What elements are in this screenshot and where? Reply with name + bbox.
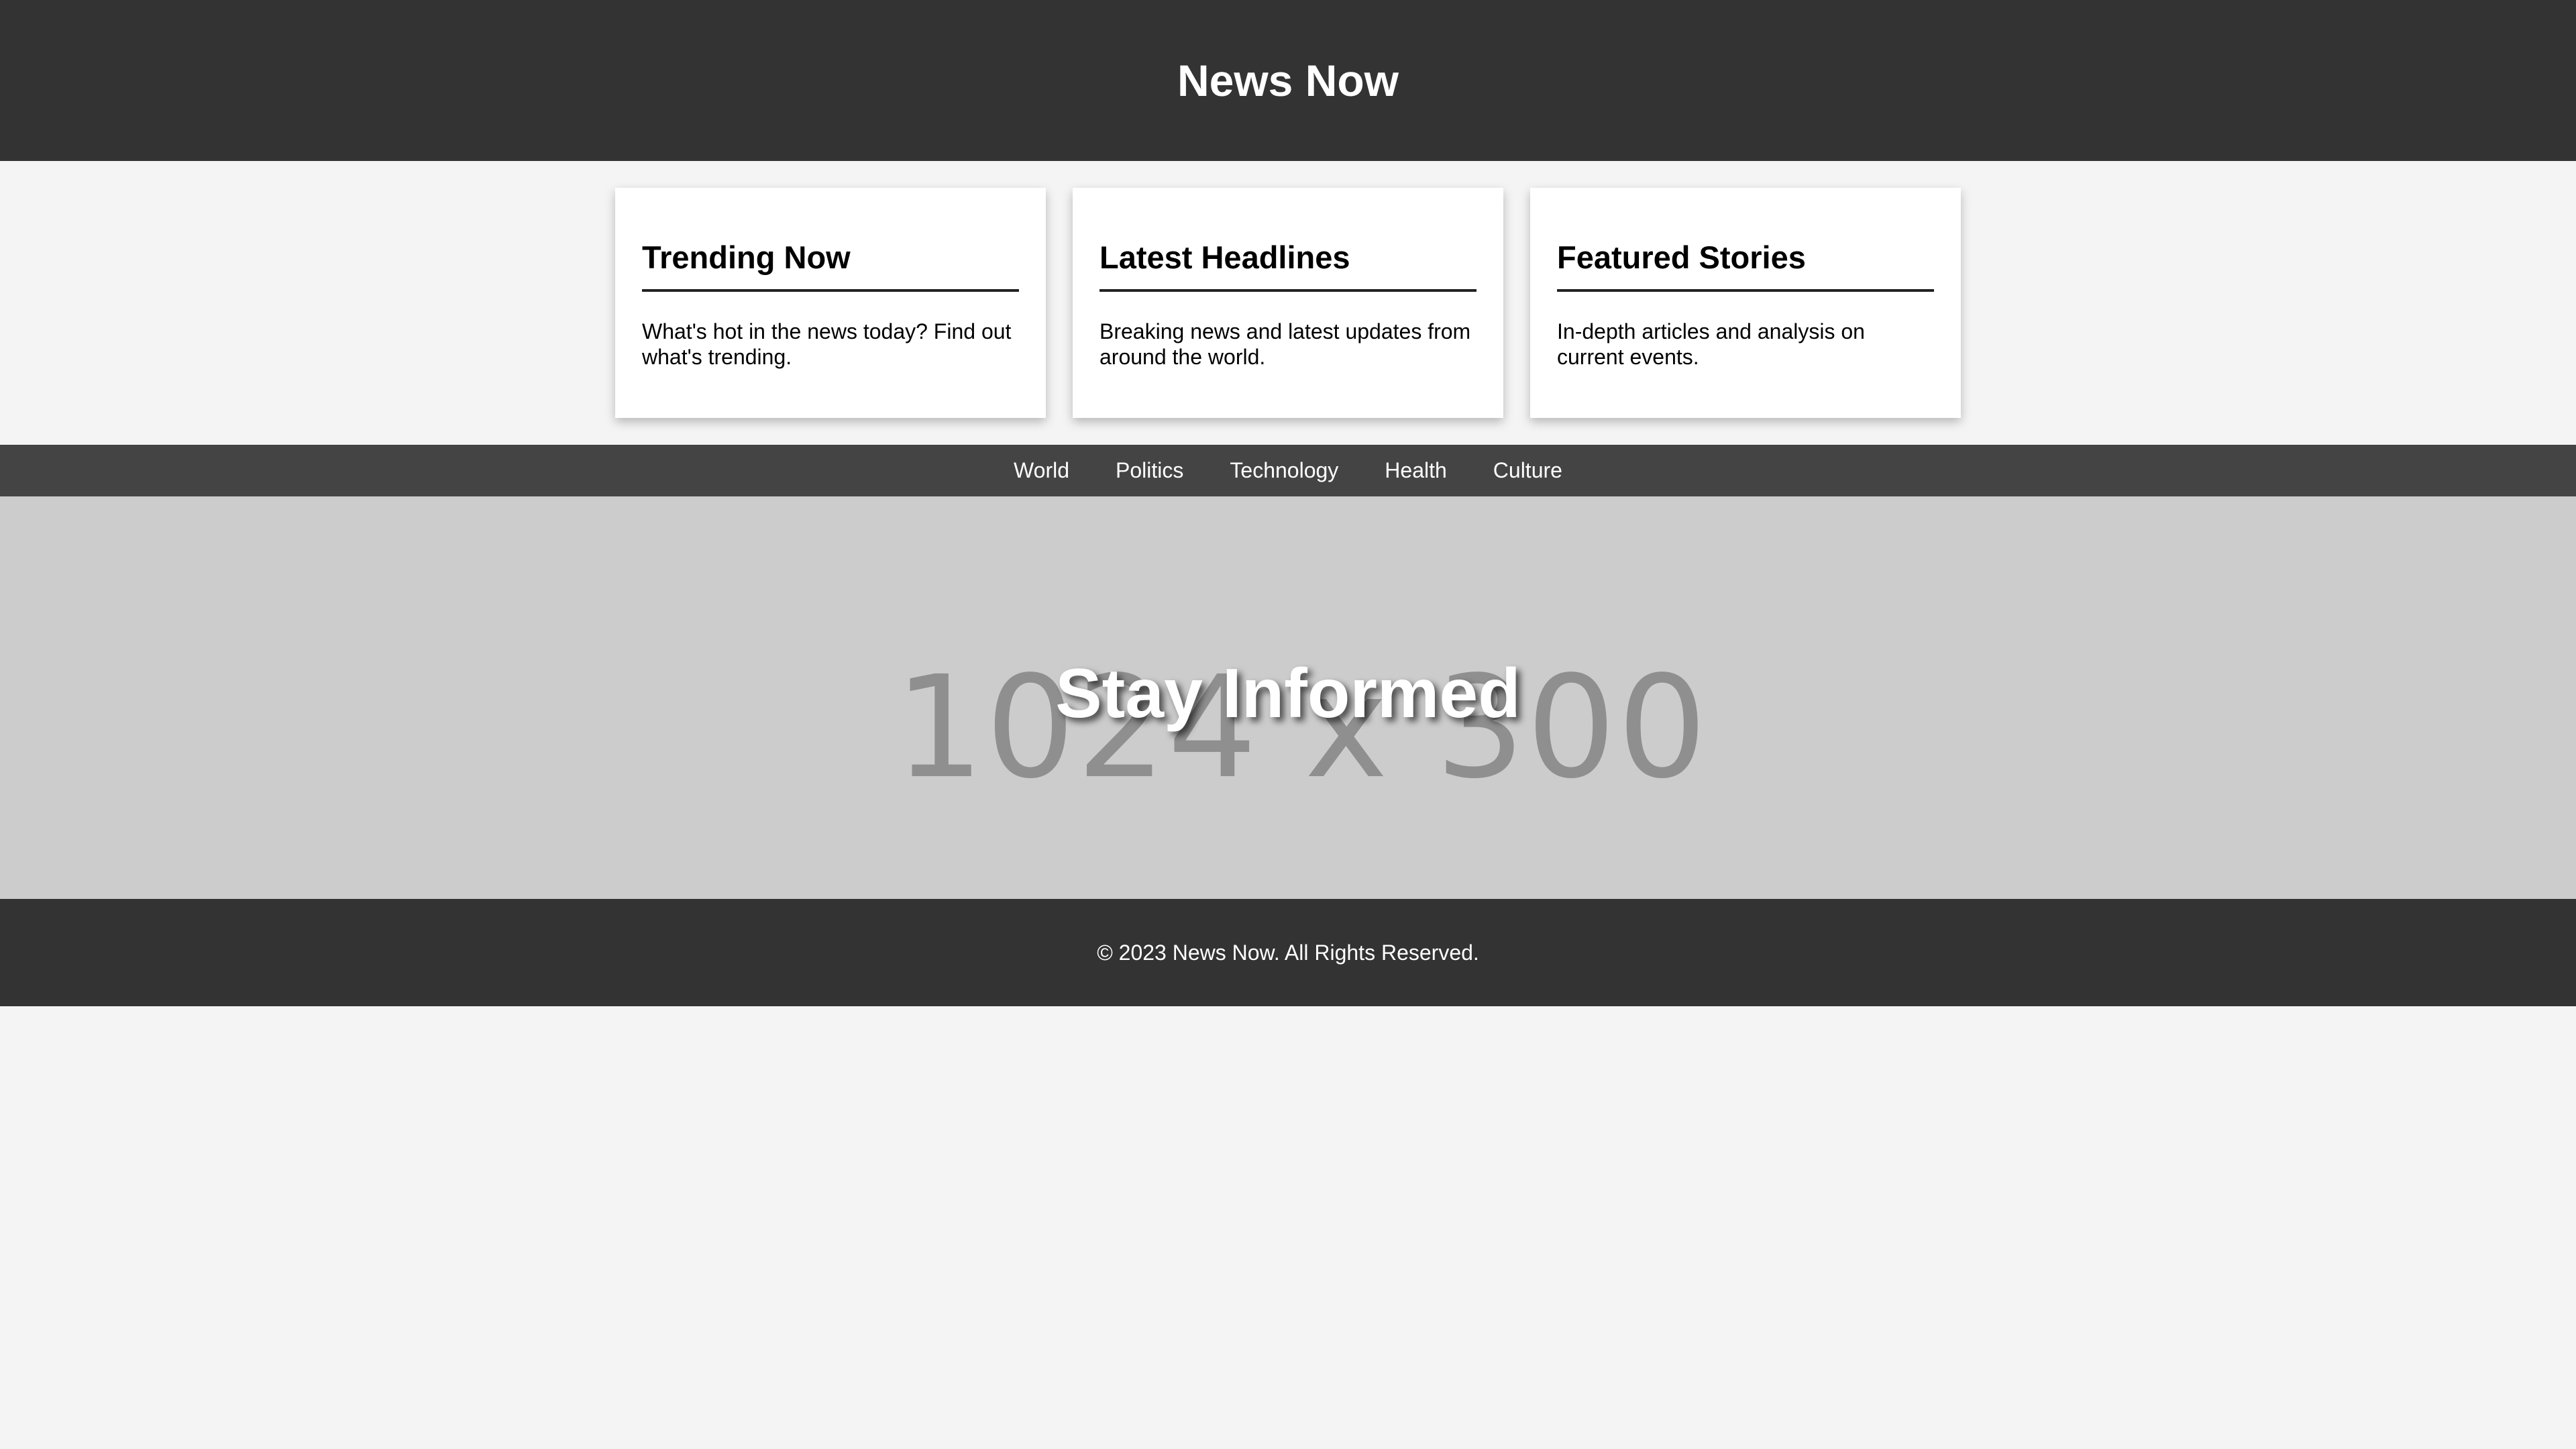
main-nav: World Politics Technology Health Culture [0, 445, 2576, 496]
card-text: In-depth articles and analysis on curren… [1557, 319, 1865, 369]
site-header: News Now [0, 0, 2576, 161]
card-title: Featured Stories [1557, 239, 1934, 292]
card-title: Latest Headlines [1099, 239, 1477, 292]
footer-copyright: © 2023 News Now. All Rights Reserved. [1097, 940, 1479, 965]
card-trending: Trending Now What's hot in the news toda… [615, 188, 1046, 418]
hero-title: Stay Informed [1055, 655, 1521, 733]
hero-banner: 1024 x 300 Stay Informed [0, 496, 2576, 899]
cards-section: Trending Now What's hot in the news toda… [0, 161, 2576, 445]
card-featured: Featured Stories In-depth articles and a… [1530, 188, 1961, 418]
nav-link-technology[interactable]: Technology [1230, 458, 1338, 483]
nav-link-world[interactable]: World [1014, 458, 1069, 483]
card-text: Breaking news and latest updates from ar… [1099, 319, 1471, 369]
nav-link-health[interactable]: Health [1385, 458, 1447, 483]
nav-link-culture[interactable]: Culture [1493, 458, 1562, 483]
site-footer: © 2023 News Now. All Rights Reserved. [0, 899, 2576, 1006]
card-title: Trending Now [642, 239, 1019, 292]
site-title: News Now [1177, 56, 1399, 105]
card-latest: Latest Headlines Breaking news and lates… [1073, 188, 1503, 418]
nav-link-politics[interactable]: Politics [1116, 458, 1183, 483]
card-text: What's hot in the news today? Find out w… [642, 319, 1012, 369]
